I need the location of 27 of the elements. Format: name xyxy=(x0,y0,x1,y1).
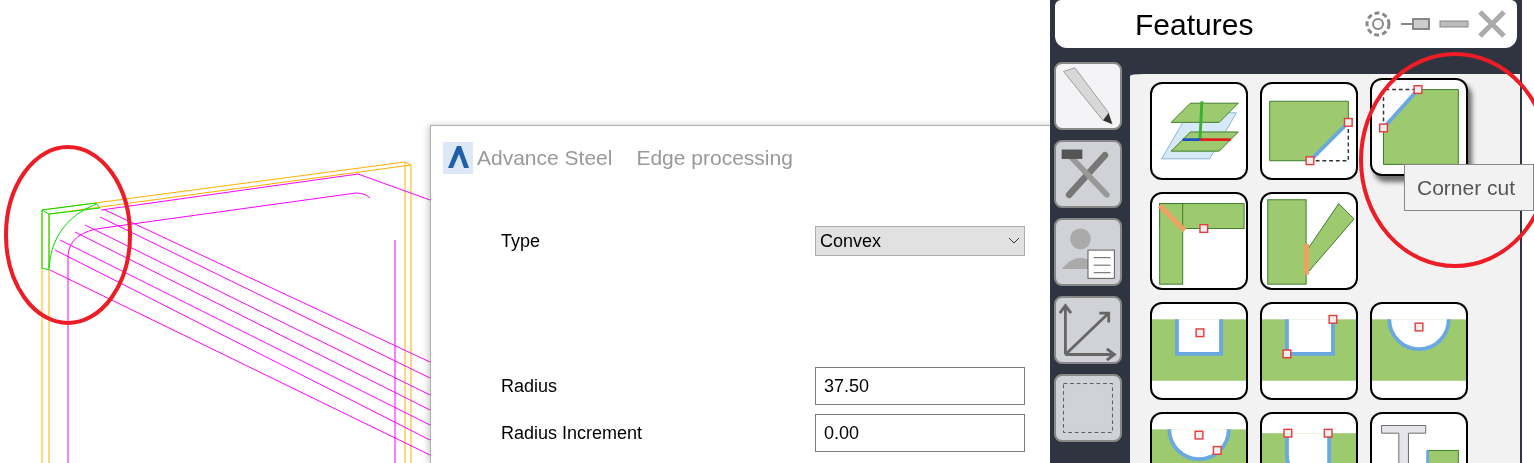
feature-tile[interactable] xyxy=(1150,82,1248,180)
field-label: Type xyxy=(501,230,541,253)
feature-tile[interactable] xyxy=(1260,302,1358,400)
field-label: Radius xyxy=(501,375,558,398)
panel-title: Features xyxy=(1135,6,1254,43)
feature-tile[interactable] xyxy=(1150,302,1248,400)
app-title: Advance Steel xyxy=(477,145,613,172)
field-label: Radius Increment xyxy=(501,422,643,445)
pin-icon[interactable] xyxy=(1401,17,1431,31)
tool-button[interactable] xyxy=(1054,296,1122,364)
tool-button[interactable] xyxy=(1054,140,1122,208)
feature-tile[interactable] xyxy=(1260,82,1358,180)
input-field[interactable]: 0.00 xyxy=(815,414,1025,452)
input-field[interactable]: 37.50 xyxy=(815,367,1025,405)
app-logo-icon xyxy=(443,142,473,174)
dialog-title: Edge processing xyxy=(636,145,793,172)
feature-tile[interactable] xyxy=(1150,192,1248,290)
tooltip: Corner cut xyxy=(1404,164,1534,211)
feature-tile[interactable] xyxy=(1370,78,1468,176)
feature-tile[interactable] xyxy=(1370,302,1468,400)
tool-button[interactable] xyxy=(1054,62,1122,130)
feature-tile[interactable] xyxy=(1260,192,1358,290)
tool-button[interactable] xyxy=(1054,218,1122,286)
tool-button[interactable] xyxy=(1054,374,1122,442)
chevron-down-icon xyxy=(1008,237,1020,245)
settings-icon[interactable] xyxy=(1363,9,1393,39)
type-select[interactable]: Convex xyxy=(815,226,1025,256)
